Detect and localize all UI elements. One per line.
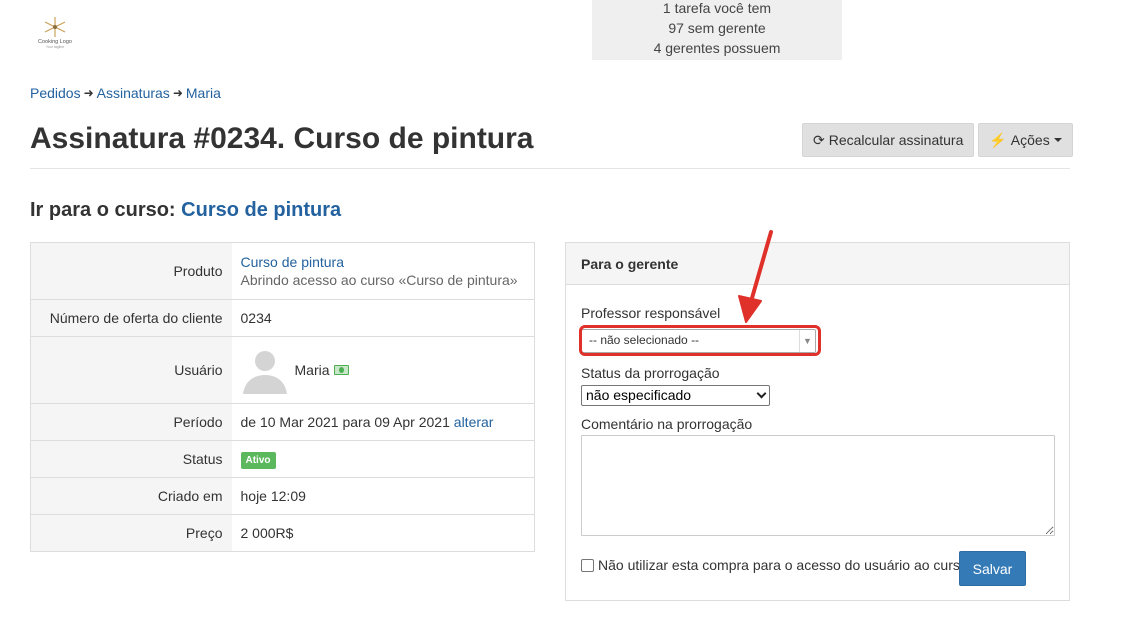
breadcrumb-subscriptions-link[interactable]: Assinaturas [97, 84, 170, 102]
product-label: Produto [30, 242, 232, 300]
tasks-line[interactable]: 1 tarefa você tem [592, 0, 842, 18]
lightning-icon: ⚡ [989, 131, 1007, 148]
course-heading-prefix: Ir para o curso: [30, 199, 176, 221]
manager-panel: Para o gerente Professor responsável -- … [565, 242, 1070, 601]
arrow-right-icon: ➜ [172, 86, 183, 100]
teacher-label: Professor responsável [581, 305, 721, 321]
save-button[interactable]: Salvar [959, 551, 1026, 586]
table-row: Status Ativo [30, 440, 535, 478]
tasks-line[interactable]: 97 sem gerente [592, 18, 842, 38]
no-access-checkbox[interactable] [581, 558, 594, 572]
period-change-link[interactable]: alterar [454, 414, 494, 430]
product-cell: Curso de pintura Abrindo acesso ao curso… [231, 242, 535, 300]
price-value: 2 000R$ [231, 514, 535, 552]
user-cell: Maria [231, 336, 535, 404]
refresh-icon: ⟳ [813, 131, 825, 148]
comment-textarea[interactable] [581, 435, 1055, 536]
tasks-summary: 1 tarefa você tem 97 sem gerente 4 geren… [592, 0, 842, 60]
period-value: de 10 Mar 2021 para 09 Apr 2021 [240, 414, 450, 430]
recalculate-button[interactable]: ⟳ Recalcular assinatura [802, 123, 975, 157]
created-value: hoje 12:09 [231, 477, 535, 515]
money-icon [333, 365, 349, 375]
created-label: Criado em [30, 477, 232, 515]
logo-star-icon [44, 17, 66, 37]
course-heading: Ir para o curso: Curso de pintura [30, 198, 341, 222]
price-label: Preço [30, 514, 232, 552]
table-row: Número de oferta do cliente 0234 [30, 299, 535, 337]
arrow-right-icon: ➜ [83, 86, 94, 100]
actions-dropdown-button[interactable]: ⚡ Ações [978, 123, 1073, 157]
header-buttons: ⟳ Recalcular assinatura ⚡ Ações [802, 123, 1073, 157]
manager-panel-header: Para o gerente [566, 243, 1069, 285]
comment-label: Comentário na prorrogação [581, 416, 753, 432]
no-access-checkbox-label[interactable]: Não utilizar esta compra para o acesso d… [598, 557, 968, 573]
breadcrumb-orders-link[interactable]: Pedidos [30, 84, 81, 102]
recalculate-label: Recalcular assinatura [828, 132, 964, 148]
table-row: Período de 10 Mar 2021 para 09 Apr 2021 … [30, 403, 535, 441]
annotation-highlight-box [579, 325, 821, 356]
extension-status-select[interactable]: não especificado [581, 385, 770, 406]
breadcrumb: Pedidos ➜ Assinaturas ➜ Maria [30, 84, 221, 102]
status-badge: Ativo [240, 451, 276, 469]
no-access-checkbox-row: Não utilizar esta compra para o acesso d… [581, 557, 968, 573]
avatar[interactable] [241, 346, 289, 394]
user-label: Usuário [30, 336, 232, 404]
offer-number-value: 0234 [231, 299, 535, 337]
subscription-details-table: Produto Curso de pintura Abrindo acesso … [30, 242, 535, 552]
period-label: Período [30, 403, 232, 441]
extension-status-label: Status da prorrogação [581, 365, 720, 381]
caret-down-icon [1053, 138, 1062, 142]
table-row: Produto Curso de pintura Abrindo acesso … [30, 242, 535, 300]
product-description: Abrindo acesso ao curso «Curso de pintur… [240, 272, 518, 288]
chevron-down-icon [756, 388, 767, 399]
user-name-link[interactable]: Maria [295, 362, 330, 378]
period-cell: de 10 Mar 2021 para 09 Apr 2021 alterar [231, 403, 535, 441]
course-link[interactable]: Curso de pintura [181, 199, 341, 221]
breadcrumb-user-link[interactable]: Maria [186, 84, 221, 102]
offer-number-label: Número de oferta do cliente [30, 299, 232, 337]
product-link[interactable]: Curso de pintura [241, 254, 345, 270]
tasks-line[interactable]: 4 gerentes possuem [592, 38, 842, 58]
logo-subtitle: Your tagline [45, 45, 65, 49]
page-title: Assinatura #0234. Curso de pintura [30, 122, 534, 155]
table-row: Usuário Maria [30, 336, 535, 404]
status-label: Status [30, 440, 232, 478]
logo[interactable]: Cooking Logo Your tagline [33, 16, 77, 60]
actions-label: Ações [1010, 132, 1050, 148]
table-row: Preço 2 000R$ [30, 514, 535, 552]
status-cell: Ativo [231, 440, 535, 478]
extension-status-value: não especificado [586, 387, 692, 403]
table-row: Criado em hoje 12:09 [30, 477, 535, 515]
title-divider [30, 168, 1070, 169]
